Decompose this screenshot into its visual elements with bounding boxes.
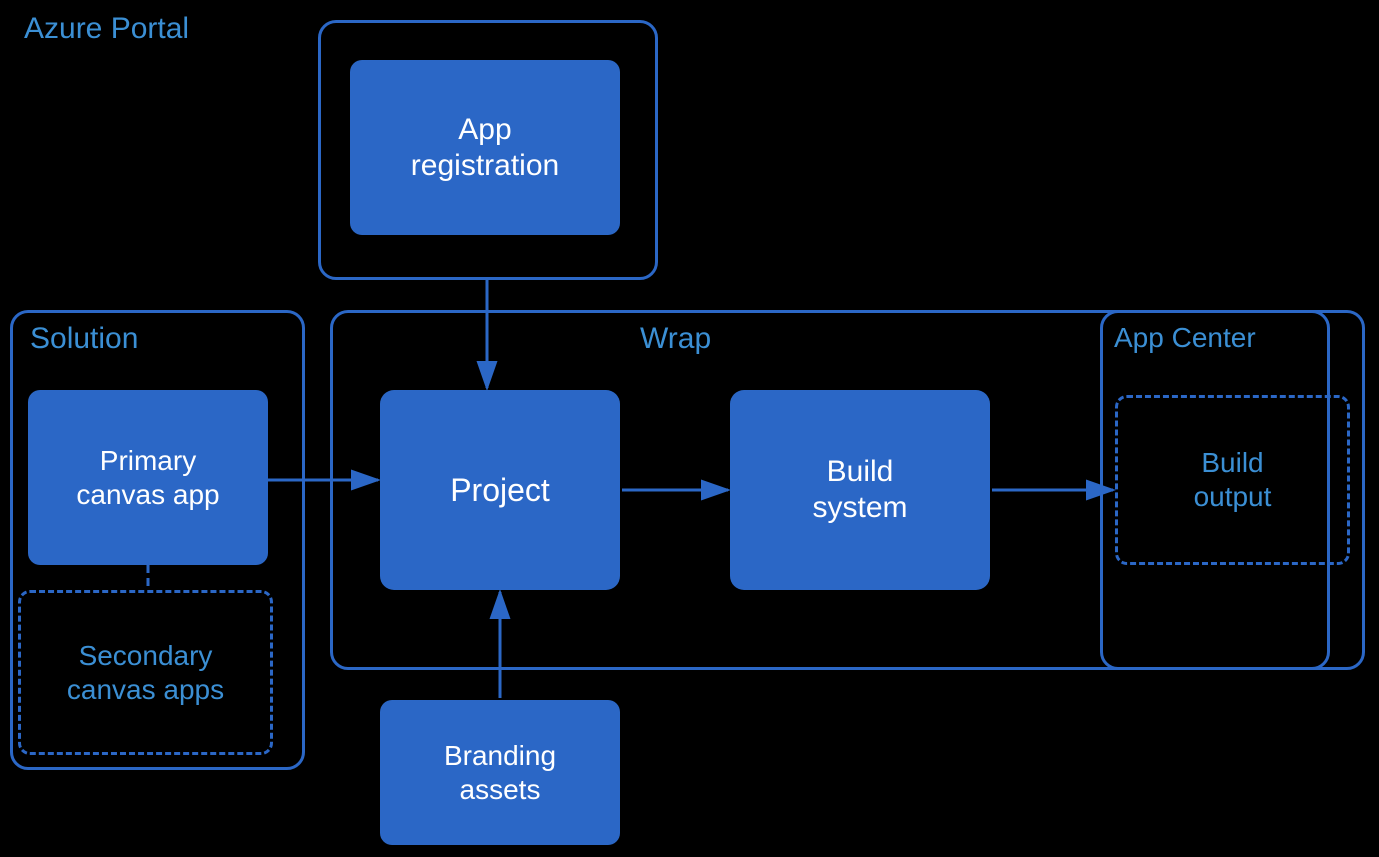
primary-canvas-label: Primary canvas app xyxy=(76,444,219,511)
build-system-label: Build system xyxy=(812,454,907,526)
build-system-box: Build system xyxy=(730,390,990,590)
diagram: Azure Portal App registration Solution P… xyxy=(0,0,1379,857)
project-label: Project xyxy=(450,471,550,509)
build-output-box: Build output xyxy=(1115,395,1350,565)
app-registration-box: App registration xyxy=(350,60,620,235)
azure-portal-label: Azure Portal xyxy=(24,12,189,46)
branding-assets-label: Branding assets xyxy=(444,739,556,806)
primary-canvas-box: Primary canvas app xyxy=(28,390,268,565)
build-output-label: Build output xyxy=(1194,446,1272,513)
secondary-canvas-label: Secondary canvas apps xyxy=(67,639,224,706)
app-registration-label: App registration xyxy=(411,112,559,184)
branding-assets-box: Branding assets xyxy=(380,700,620,845)
secondary-canvas-box: Secondary canvas apps xyxy=(18,590,273,755)
solution-label: Solution xyxy=(30,322,138,356)
app-center-label: App Center xyxy=(1114,322,1256,354)
project-box: Project xyxy=(380,390,620,590)
wrap-label: Wrap xyxy=(640,322,711,356)
